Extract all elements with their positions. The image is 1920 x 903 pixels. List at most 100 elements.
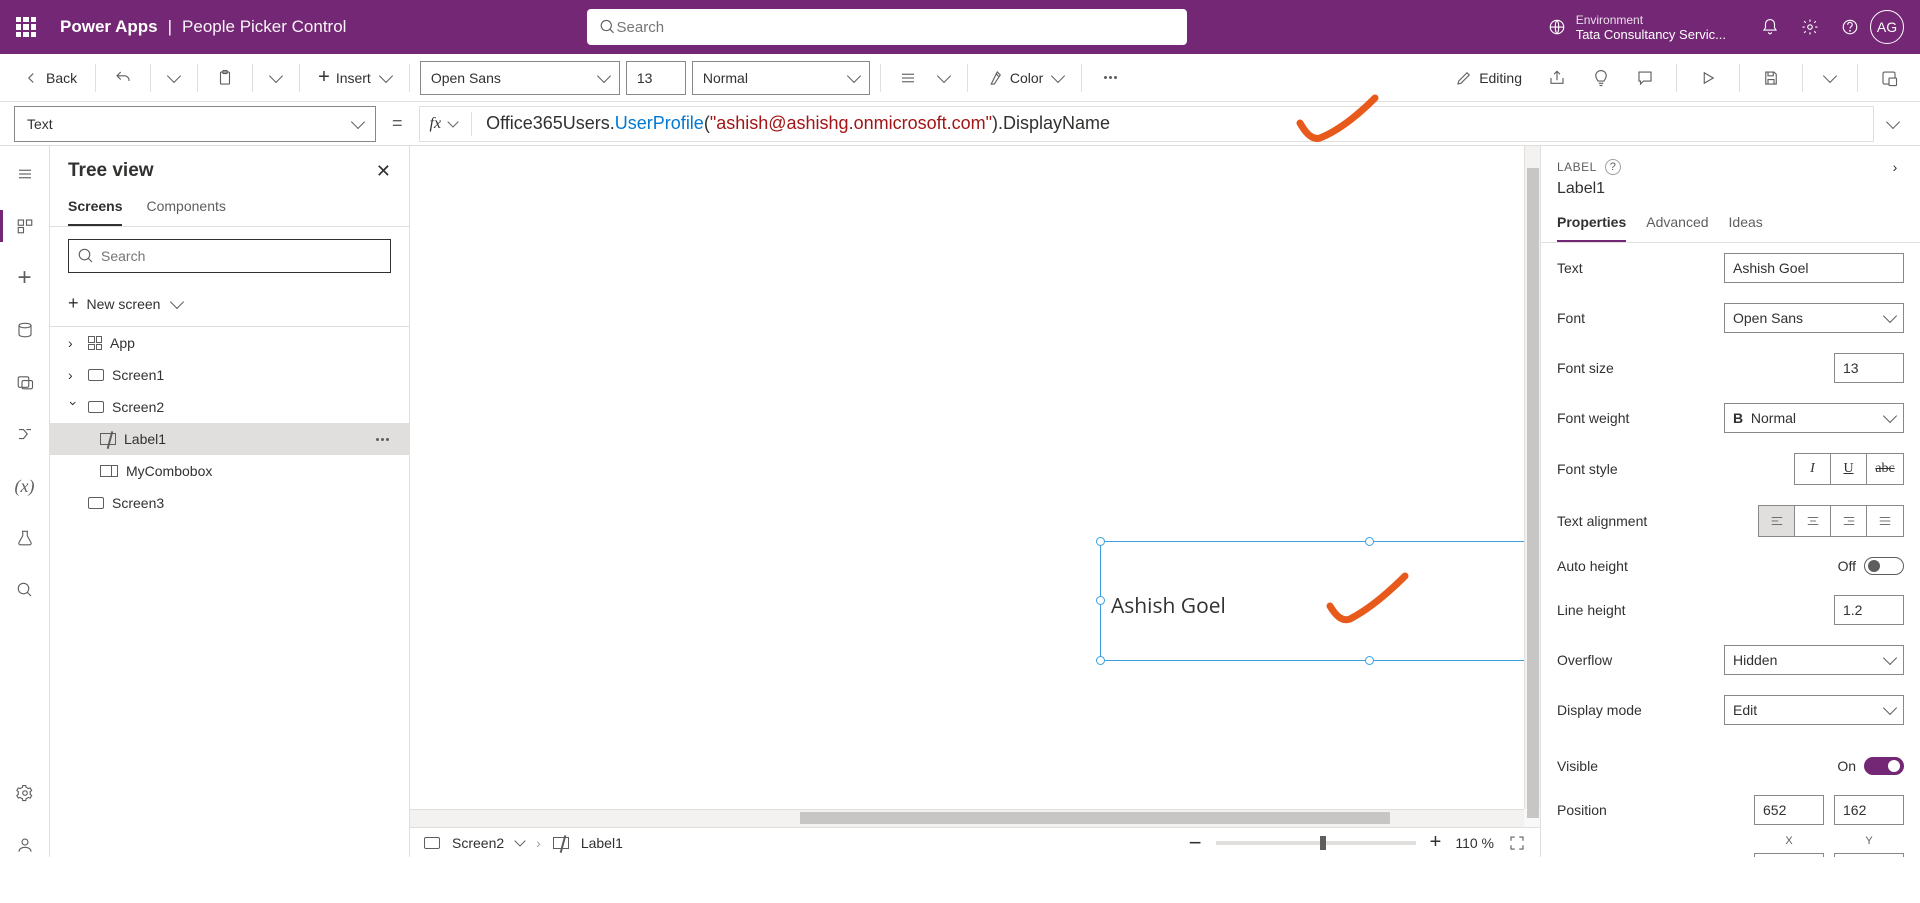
status-control[interactable]: Label1 [581,835,623,851]
rail-media-icon[interactable] [13,370,37,394]
prop-align-buttons[interactable] [1758,505,1904,537]
status-screen[interactable]: Screen2 [452,835,504,851]
expand-formula-button[interactable] [1880,115,1906,133]
prop-text-input[interactable]: Ashish Goel [1724,253,1904,283]
selected-control[interactable]: Ashish Goel [1100,541,1540,661]
tab-properties[interactable]: Properties [1557,208,1626,242]
zoom-in-button[interactable]: + [1430,831,1442,854]
formula-input[interactable]: fx Office365Users.UserProfile("ashish@as… [419,106,1874,142]
list-dropdown[interactable] [931,69,957,87]
editing-mode-button[interactable]: Editing [1447,63,1530,93]
zoom-slider[interactable] [1216,841,1416,845]
prop-font-dropdown[interactable]: Open Sans [1724,303,1904,333]
tab-advanced[interactable]: Advanced [1646,208,1708,242]
rail-tree-view-icon[interactable] [13,214,37,238]
environment-picker[interactable]: Environment Tata Consultancy Servic... [1576,13,1726,42]
align-left-button[interactable] [1759,506,1795,536]
tree-item-screen3[interactable]: Screen3 [50,487,409,519]
tree-search[interactable] [68,239,391,273]
control-name: Label1 [1541,180,1920,208]
prop-y-input[interactable]: 162 [1834,795,1904,825]
help-button[interactable] [1830,7,1870,47]
list-format-button[interactable] [891,63,925,93]
app-header: Power Apps | People Picker Control Envir… [0,0,1920,54]
tree-item-label1[interactable]: Label1 [50,423,409,455]
user-avatar[interactable]: AG [1870,10,1904,44]
rail-variables-icon[interactable]: (x) [13,474,37,498]
resize-handle[interactable] [1096,596,1105,605]
rail-insert-icon[interactable]: + [13,266,37,290]
align-right-button[interactable] [1831,506,1867,536]
tab-screens[interactable]: Screens [68,190,122,226]
insert-button[interactable]: + Insert [310,60,399,95]
resize-handle[interactable] [1365,537,1374,546]
align-justify-button[interactable] [1867,506,1903,536]
checker-button[interactable] [1584,63,1618,93]
paste-button[interactable] [208,63,242,93]
tree-search-input[interactable] [101,248,382,264]
font-weight-dropdown[interactable]: Normal [692,61,870,95]
expand-properties-button[interactable]: › [1886,158,1904,176]
global-search[interactable] [587,9,1187,45]
waffle-icon[interactable] [16,17,36,37]
share-button[interactable] [1540,63,1574,93]
design-surface[interactable]: Ashish Goel [410,146,1524,809]
font-family-dropdown[interactable]: Open Sans [420,61,620,95]
play-button[interactable] [1691,63,1725,93]
tree-item-app[interactable]: › App [50,327,409,359]
color-button[interactable]: Color [978,63,1071,93]
prop-fontstyle-buttons[interactable]: I U abc [1794,453,1904,485]
vertical-scrollbar[interactable] [1524,146,1540,809]
undo-button[interactable] [106,63,140,93]
prop-lineheight-input[interactable]: 1.2 [1834,595,1904,625]
resize-handle[interactable] [1096,656,1105,665]
align-center-button[interactable] [1795,506,1831,536]
underline-button[interactable]: U [1831,454,1867,484]
tree-item-screen2[interactable]: › Screen2 [50,391,409,423]
back-button[interactable]: Back [14,63,85,93]
rail-data-icon[interactable] [13,318,37,342]
prop-x-input[interactable]: 652 [1754,795,1824,825]
rail-virtual-agent-icon[interactable] [13,833,37,857]
notifications-button[interactable] [1750,7,1790,47]
settings-button[interactable] [1790,7,1830,47]
close-tree-button[interactable]: ✕ [376,161,391,182]
fit-screen-button[interactable] [1508,834,1526,852]
zoom-out-button[interactable]: − [1189,830,1202,856]
visible-toggle[interactable] [1864,757,1904,775]
undo-dropdown[interactable] [161,69,187,87]
save-dropdown[interactable] [1817,69,1843,87]
comments-button[interactable] [1628,63,1662,93]
tree-item-screen1[interactable]: › Screen1 [50,359,409,391]
auto-height-toggle[interactable] [1864,557,1904,575]
rail-settings-icon[interactable] [13,781,37,805]
search-input[interactable] [617,19,1176,36]
prop-fontsize-input[interactable]: 13 [1834,353,1904,383]
paste-dropdown[interactable] [263,69,289,87]
rail-search-icon[interactable] [13,578,37,602]
prop-width-input[interactable]: 384 [1754,853,1824,857]
more-button[interactable] [1092,66,1129,89]
italic-button[interactable]: I [1795,454,1831,484]
tab-components[interactable]: Components [146,190,225,226]
strike-button[interactable]: abc [1867,454,1903,484]
save-button[interactable] [1754,63,1788,93]
new-screen-button[interactable]: + New screen [50,285,409,326]
prop-displaymode-dropdown[interactable]: Edit [1724,695,1904,725]
item-more-button[interactable] [372,434,393,445]
tree-item-combobox[interactable]: MyCombobox [50,455,409,487]
prop-height-input[interactable]: 86 [1834,853,1904,857]
rail-hamburger-icon[interactable] [13,162,37,186]
prop-overflow-dropdown[interactable]: Hidden [1724,645,1904,675]
help-icon[interactable]: ? [1605,159,1621,175]
publish-button[interactable] [1872,63,1906,93]
rail-tests-icon[interactable] [13,526,37,550]
resize-handle[interactable] [1096,537,1105,546]
tab-ideas[interactable]: Ideas [1729,208,1763,242]
font-size-input[interactable]: 13 [626,61,686,95]
prop-fontweight-dropdown[interactable]: B Normal [1724,403,1904,433]
property-selector[interactable]: Text [14,106,376,142]
rail-flows-icon[interactable] [13,422,37,446]
horizontal-scrollbar[interactable] [410,809,1524,827]
resize-handle[interactable] [1365,656,1374,665]
